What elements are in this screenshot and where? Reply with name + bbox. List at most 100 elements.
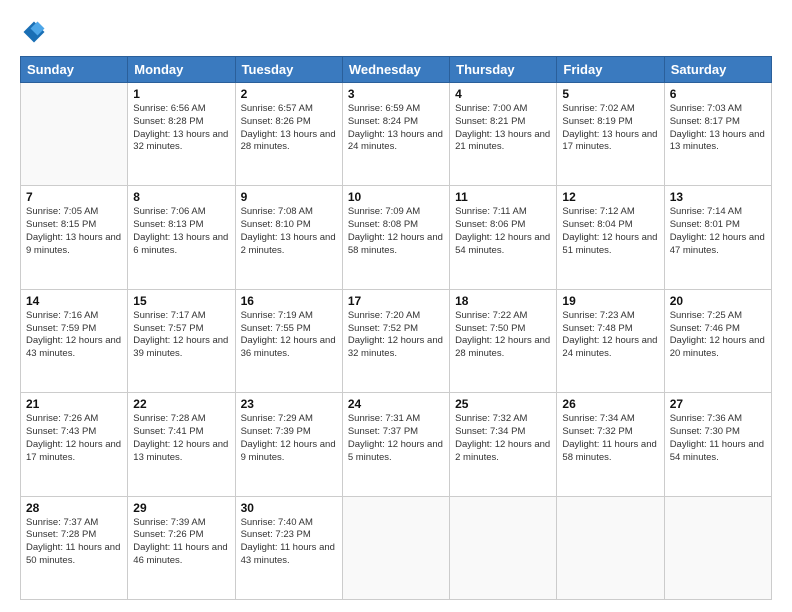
- week-row: 14 Sunrise: 7:16 AMSunset: 7:59 PMDaylig…: [21, 289, 772, 392]
- calendar-cell: 22 Sunrise: 7:28 AMSunset: 7:41 PMDaylig…: [128, 393, 235, 496]
- day-number: 6: [670, 87, 766, 101]
- day-info: Sunrise: 7:25 AMSunset: 7:46 PMDaylight:…: [670, 310, 765, 359]
- calendar-cell: 16 Sunrise: 7:19 AMSunset: 7:55 PMDaylig…: [235, 289, 342, 392]
- day-number: 12: [562, 190, 658, 204]
- day-info: Sunrise: 6:59 AMSunset: 8:24 PMDaylight:…: [348, 103, 443, 152]
- weekday-header: Tuesday: [235, 57, 342, 83]
- day-info: Sunrise: 7:28 AMSunset: 7:41 PMDaylight:…: [133, 413, 228, 462]
- week-row: 28 Sunrise: 7:37 AMSunset: 7:28 PMDaylig…: [21, 496, 772, 599]
- day-info: Sunrise: 6:56 AMSunset: 8:28 PMDaylight:…: [133, 103, 228, 152]
- day-number: 3: [348, 87, 444, 101]
- calendar-cell: 2 Sunrise: 6:57 AMSunset: 8:26 PMDayligh…: [235, 83, 342, 186]
- calendar-cell: 19 Sunrise: 7:23 AMSunset: 7:48 PMDaylig…: [557, 289, 664, 392]
- calendar-cell: 13 Sunrise: 7:14 AMSunset: 8:01 PMDaylig…: [664, 186, 771, 289]
- calendar-cell: 1 Sunrise: 6:56 AMSunset: 8:28 PMDayligh…: [128, 83, 235, 186]
- calendar-cell: [557, 496, 664, 599]
- day-info: Sunrise: 7:12 AMSunset: 8:04 PMDaylight:…: [562, 206, 657, 255]
- day-info: Sunrise: 7:37 AMSunset: 7:28 PMDaylight:…: [26, 517, 120, 566]
- calendar-cell: 11 Sunrise: 7:11 AMSunset: 8:06 PMDaylig…: [450, 186, 557, 289]
- calendar-cell: 23 Sunrise: 7:29 AMSunset: 7:39 PMDaylig…: [235, 393, 342, 496]
- calendar-cell: 18 Sunrise: 7:22 AMSunset: 7:50 PMDaylig…: [450, 289, 557, 392]
- day-number: 9: [241, 190, 337, 204]
- day-number: 2: [241, 87, 337, 101]
- day-number: 18: [455, 294, 551, 308]
- day-info: Sunrise: 7:08 AMSunset: 8:10 PMDaylight:…: [241, 206, 336, 255]
- day-number: 1: [133, 87, 229, 101]
- weekday-header: Thursday: [450, 57, 557, 83]
- day-info: Sunrise: 7:05 AMSunset: 8:15 PMDaylight:…: [26, 206, 121, 255]
- day-info: Sunrise: 7:31 AMSunset: 7:37 PMDaylight:…: [348, 413, 443, 462]
- header: [20, 18, 772, 46]
- day-number: 20: [670, 294, 766, 308]
- calendar-cell: 26 Sunrise: 7:34 AMSunset: 7:32 PMDaylig…: [557, 393, 664, 496]
- day-info: Sunrise: 7:26 AMSunset: 7:43 PMDaylight:…: [26, 413, 121, 462]
- day-info: Sunrise: 7:09 AMSunset: 8:08 PMDaylight:…: [348, 206, 443, 255]
- day-number: 21: [26, 397, 122, 411]
- day-number: 15: [133, 294, 229, 308]
- day-number: 14: [26, 294, 122, 308]
- calendar-cell: 6 Sunrise: 7:03 AMSunset: 8:17 PMDayligh…: [664, 83, 771, 186]
- calendar-cell: 21 Sunrise: 7:26 AMSunset: 7:43 PMDaylig…: [21, 393, 128, 496]
- day-info: Sunrise: 7:29 AMSunset: 7:39 PMDaylight:…: [241, 413, 336, 462]
- day-number: 13: [670, 190, 766, 204]
- day-number: 27: [670, 397, 766, 411]
- day-info: Sunrise: 7:32 AMSunset: 7:34 PMDaylight:…: [455, 413, 550, 462]
- day-info: Sunrise: 7:34 AMSunset: 7:32 PMDaylight:…: [562, 413, 656, 462]
- weekday-header: Wednesday: [342, 57, 449, 83]
- calendar-cell: 28 Sunrise: 7:37 AMSunset: 7:28 PMDaylig…: [21, 496, 128, 599]
- calendar-cell: 3 Sunrise: 6:59 AMSunset: 8:24 PMDayligh…: [342, 83, 449, 186]
- weekday-header: Sunday: [21, 57, 128, 83]
- weekday-header: Friday: [557, 57, 664, 83]
- calendar-table: SundayMondayTuesdayWednesdayThursdayFrid…: [20, 56, 772, 600]
- calendar-cell: 30 Sunrise: 7:40 AMSunset: 7:23 PMDaylig…: [235, 496, 342, 599]
- day-info: Sunrise: 7:22 AMSunset: 7:50 PMDaylight:…: [455, 310, 550, 359]
- calendar-cell: 27 Sunrise: 7:36 AMSunset: 7:30 PMDaylig…: [664, 393, 771, 496]
- calendar-cell: 25 Sunrise: 7:32 AMSunset: 7:34 PMDaylig…: [450, 393, 557, 496]
- day-info: Sunrise: 7:11 AMSunset: 8:06 PMDaylight:…: [455, 206, 550, 255]
- day-info: Sunrise: 7:06 AMSunset: 8:13 PMDaylight:…: [133, 206, 228, 255]
- calendar-cell: [21, 83, 128, 186]
- day-info: Sunrise: 7:17 AMSunset: 7:57 PMDaylight:…: [133, 310, 228, 359]
- day-number: 26: [562, 397, 658, 411]
- calendar-cell: 20 Sunrise: 7:25 AMSunset: 7:46 PMDaylig…: [664, 289, 771, 392]
- day-info: Sunrise: 7:20 AMSunset: 7:52 PMDaylight:…: [348, 310, 443, 359]
- day-info: Sunrise: 7:16 AMSunset: 7:59 PMDaylight:…: [26, 310, 121, 359]
- calendar-cell: [450, 496, 557, 599]
- calendar-cell: 5 Sunrise: 7:02 AMSunset: 8:19 PMDayligh…: [557, 83, 664, 186]
- week-row: 7 Sunrise: 7:05 AMSunset: 8:15 PMDayligh…: [21, 186, 772, 289]
- calendar-cell: 14 Sunrise: 7:16 AMSunset: 7:59 PMDaylig…: [21, 289, 128, 392]
- week-row: 1 Sunrise: 6:56 AMSunset: 8:28 PMDayligh…: [21, 83, 772, 186]
- day-info: Sunrise: 7:00 AMSunset: 8:21 PMDaylight:…: [455, 103, 550, 152]
- calendar-cell: 7 Sunrise: 7:05 AMSunset: 8:15 PMDayligh…: [21, 186, 128, 289]
- calendar-cell: 15 Sunrise: 7:17 AMSunset: 7:57 PMDaylig…: [128, 289, 235, 392]
- day-number: 8: [133, 190, 229, 204]
- calendar-cell: 17 Sunrise: 7:20 AMSunset: 7:52 PMDaylig…: [342, 289, 449, 392]
- calendar-cell: 9 Sunrise: 7:08 AMSunset: 8:10 PMDayligh…: [235, 186, 342, 289]
- day-info: Sunrise: 7:23 AMSunset: 7:48 PMDaylight:…: [562, 310, 657, 359]
- week-row: 21 Sunrise: 7:26 AMSunset: 7:43 PMDaylig…: [21, 393, 772, 496]
- calendar-cell: 24 Sunrise: 7:31 AMSunset: 7:37 PMDaylig…: [342, 393, 449, 496]
- logo-icon: [20, 18, 48, 46]
- day-number: 28: [26, 501, 122, 515]
- calendar-cell: 29 Sunrise: 7:39 AMSunset: 7:26 PMDaylig…: [128, 496, 235, 599]
- day-number: 10: [348, 190, 444, 204]
- calendar-cell: 10 Sunrise: 7:09 AMSunset: 8:08 PMDaylig…: [342, 186, 449, 289]
- day-info: Sunrise: 6:57 AMSunset: 8:26 PMDaylight:…: [241, 103, 336, 152]
- calendar-cell: [342, 496, 449, 599]
- day-info: Sunrise: 7:39 AMSunset: 7:26 PMDaylight:…: [133, 517, 227, 566]
- day-info: Sunrise: 7:14 AMSunset: 8:01 PMDaylight:…: [670, 206, 765, 255]
- day-number: 5: [562, 87, 658, 101]
- day-number: 19: [562, 294, 658, 308]
- day-info: Sunrise: 7:40 AMSunset: 7:23 PMDaylight:…: [241, 517, 335, 566]
- day-info: Sunrise: 7:19 AMSunset: 7:55 PMDaylight:…: [241, 310, 336, 359]
- day-number: 11: [455, 190, 551, 204]
- day-number: 29: [133, 501, 229, 515]
- day-info: Sunrise: 7:02 AMSunset: 8:19 PMDaylight:…: [562, 103, 657, 152]
- weekday-header-row: SundayMondayTuesdayWednesdayThursdayFrid…: [21, 57, 772, 83]
- day-number: 17: [348, 294, 444, 308]
- calendar-cell: 12 Sunrise: 7:12 AMSunset: 8:04 PMDaylig…: [557, 186, 664, 289]
- day-number: 24: [348, 397, 444, 411]
- logo: [20, 18, 52, 46]
- day-info: Sunrise: 7:36 AMSunset: 7:30 PMDaylight:…: [670, 413, 764, 462]
- day-number: 25: [455, 397, 551, 411]
